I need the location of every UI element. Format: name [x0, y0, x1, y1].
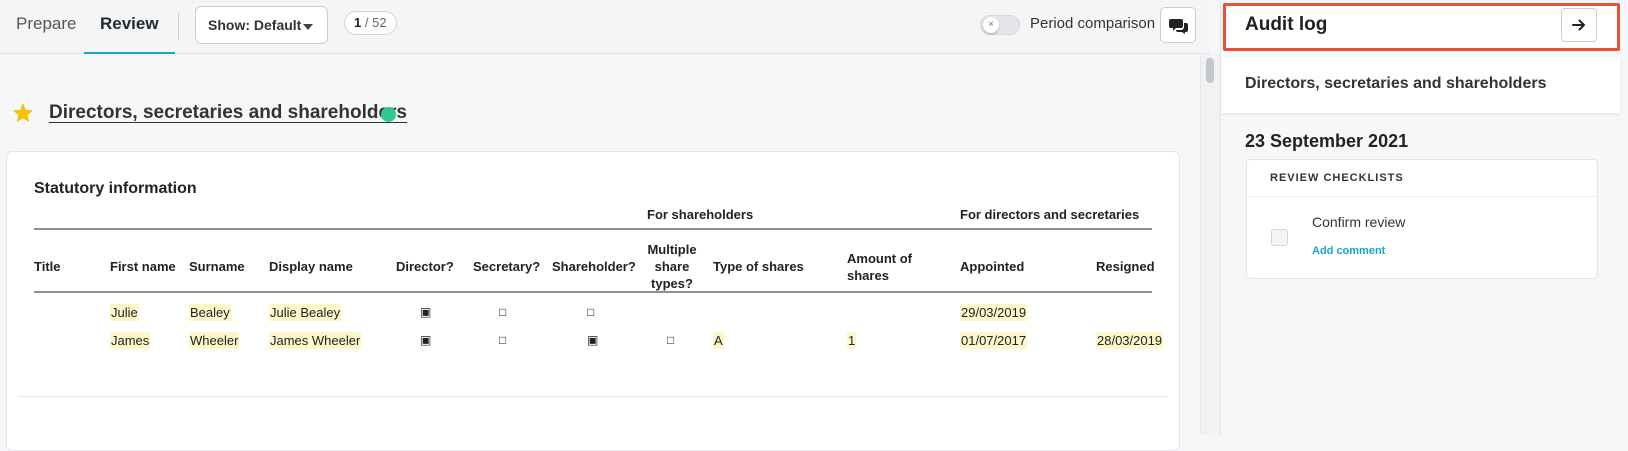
column-header-display-name: Display name [269, 259, 353, 274]
add-comment-link[interactable]: Add comment [1312, 245, 1385, 257]
secretary-checkbox[interactable]: □ [499, 333, 506, 347]
cell-surname[interactable]: Wheeler [189, 332, 240, 349]
status-indicator [381, 107, 396, 122]
cell-resigned[interactable]: 28/03/2019 [1096, 332, 1164, 349]
page-total: / 52 [364, 15, 387, 30]
column-header-shareholder: Shareholder? [552, 259, 636, 274]
caret-down-icon [303, 24, 313, 30]
tab-review[interactable]: Review [84, 0, 175, 54]
cell-value: Bealey [189, 304, 231, 321]
show-filter-select[interactable]: Show: Default [195, 6, 328, 44]
scrollbar-thumb[interactable] [1206, 58, 1214, 83]
cell-value: Julie Bealey [269, 304, 342, 321]
panel-section-title: Directors, secretaries and shareholders [1245, 75, 1547, 92]
column-header-first-name: First name [110, 259, 176, 274]
cell-value: 28/03/2019 [1096, 332, 1164, 349]
cell-display-name[interactable]: James Wheeler [269, 332, 362, 349]
close-panel-button[interactable] [1561, 8, 1597, 42]
column-header-secretary: Secretary? [473, 259, 541, 274]
cell-appointed[interactable]: 29/03/2019 [960, 304, 1028, 321]
table-rule-top [34, 228, 1152, 230]
column-header-title: Title [34, 259, 61, 274]
cell-value: A [713, 332, 724, 349]
column-header-resigned: Resigned [1096, 259, 1155, 274]
cell-value: Julie [110, 304, 139, 321]
period-comparison-toggle[interactable]: × [980, 15, 1020, 35]
cell-display-name[interactable]: Julie Bealey [269, 304, 342, 321]
shareholder-checkbox[interactable]: ▣ [587, 333, 598, 347]
cell-value: James [110, 332, 151, 349]
shareholder-checkbox[interactable]: □ [587, 305, 594, 319]
audit-date: 23 September 2021 [1245, 131, 1409, 151]
group-header-directors: For directors and secretaries [960, 207, 1140, 222]
cell-amount-of-shares[interactable]: 1 [847, 332, 857, 349]
table-rule-header [34, 291, 1152, 293]
column-header-type-of-shares: Type of shares [713, 259, 804, 274]
audit-log-title: Audit log [1245, 14, 1328, 35]
cell-type-of-shares[interactable]: A [713, 332, 724, 349]
checklist-divider [1247, 196, 1597, 197]
director-checkbox[interactable]: ▣ [420, 305, 431, 319]
star-icon[interactable] [12, 102, 34, 123]
cell-first-name[interactable]: Julie [110, 304, 139, 321]
cell-appointed[interactable]: 01/07/2017 [960, 332, 1028, 349]
show-filter-label: Show: Default [208, 17, 302, 33]
arrow-right-icon [1572, 19, 1585, 31]
column-header-surname: Surname [189, 259, 245, 274]
group-header-shareholders: For shareholders [647, 207, 754, 222]
confirm-review-checkbox[interactable] [1271, 229, 1288, 246]
director-checkbox[interactable]: ▣ [420, 333, 431, 347]
column-header-amount-of-shares: Amount of shares [847, 251, 912, 283]
page-counter: 1 / 52 [344, 11, 397, 35]
top-toolbar [0, 0, 1210, 54]
statutory-title: Statutory information [34, 180, 197, 197]
cell-value: 29/03/2019 [960, 304, 1028, 321]
column-header-multiple-share-types: Multiple share types? [647, 242, 697, 291]
comments-button[interactable] [1160, 7, 1196, 43]
review-checklists-heading: REVIEW CHECKLISTS [1270, 172, 1404, 184]
comments-icon [1169, 19, 1188, 34]
scrollbar-track[interactable] [1200, 55, 1221, 435]
cell-surname[interactable]: Bealey [189, 304, 231, 321]
period-comparison-label: Period comparison [1030, 15, 1156, 32]
column-header-appointed: Appointed [960, 259, 1025, 274]
section-title-link[interactable]: Directors, secretaries and shareholders [49, 102, 407, 124]
toggle-off-icon: × [983, 17, 999, 33]
cell-value: 1 [847, 332, 857, 349]
cell-first-name[interactable]: James [110, 332, 151, 349]
column-header-director: Director? [396, 259, 454, 274]
cell-value: 01/07/2017 [960, 332, 1028, 349]
secretary-checkbox[interactable]: □ [499, 305, 506, 319]
toolbar-divider [178, 13, 179, 40]
confirm-review-label: Confirm review [1312, 214, 1406, 230]
tab-prepare[interactable]: Prepare [0, 0, 92, 54]
page-current: 1 [354, 15, 362, 30]
table-footer-divider [18, 396, 1168, 397]
multiple-share-types-checkbox[interactable]: □ [667, 333, 674, 347]
cell-value: Wheeler [189, 332, 240, 349]
cell-value: James Wheeler [269, 332, 362, 349]
